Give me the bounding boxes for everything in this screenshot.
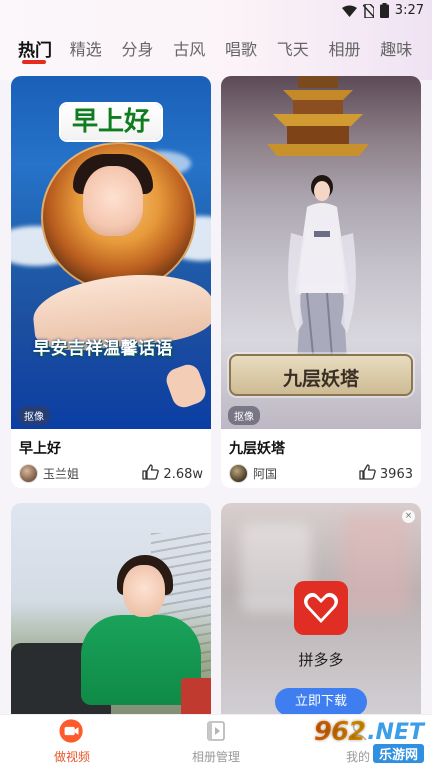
author-info[interactable]: 玉兰姐 — [19, 464, 79, 483]
status-time: 3:27 — [394, 3, 424, 18]
tab-ancient-style[interactable]: 古风 — [173, 30, 225, 64]
card-title: 九层妖塔 — [229, 441, 285, 457]
tab-flying[interactable]: 飞天 — [277, 30, 329, 64]
card-thumbnail[interactable]: 九层妖塔 抠像 — [221, 76, 421, 429]
close-ad-button[interactable]: × — [402, 510, 415, 523]
author-info[interactable]: 阿国 — [229, 464, 277, 483]
site-watermark: 962 .NET — [313, 717, 424, 747]
like-count: 3963 — [379, 466, 413, 482]
wifi-icon — [341, 5, 357, 17]
battery-icon — [379, 3, 389, 18]
avatar — [19, 464, 38, 483]
portrait — [83, 166, 143, 236]
pinduoduo-logo-icon — [294, 581, 348, 635]
tab-clone[interactable]: 分身 — [122, 30, 174, 64]
card-title: 早上好 — [19, 441, 61, 457]
template-card[interactable]: 九层妖塔 抠像 九层妖塔 阿国 3963 — [221, 76, 421, 488]
thumbs-up-icon — [142, 464, 160, 484]
album-icon — [203, 719, 229, 743]
nav-make-video[interactable]: 做视频 — [32, 719, 112, 765]
type-tag: 抠像 — [228, 406, 260, 425]
tab-featured[interactable]: 精选 — [70, 30, 122, 64]
card-thumbnail[interactable]: 早上好 早安吉祥温馨话语 抠像 — [11, 76, 211, 429]
author-name: 阿国 — [253, 467, 278, 481]
tab-singing[interactable]: 唱歌 — [225, 30, 277, 64]
avatar — [229, 464, 248, 483]
tab-album[interactable]: 相册 — [329, 30, 381, 64]
type-tag: 抠像 — [18, 406, 50, 425]
like-button[interactable]: 2.68w — [142, 464, 203, 484]
image-title-text: 早上好 — [61, 104, 161, 140]
image-caption-text: 早安吉祥温馨话语 — [33, 339, 173, 359]
image-title-text: 九层妖塔 — [282, 368, 359, 390]
like-count: 2.68w — [163, 466, 203, 482]
video-camera-icon — [59, 719, 85, 743]
author-name: 玉兰姐 — [43, 467, 80, 481]
portrait — [123, 565, 165, 617]
thumbs-up-icon — [359, 464, 376, 484]
pagoda-image — [267, 76, 369, 156]
category-tabs: 热门 精选 分身 古风 唱歌 飞天 相册 趣味 — [0, 30, 432, 70]
template-card[interactable] — [11, 503, 211, 723]
nav-album-management[interactable]: 相册管理 — [176, 719, 256, 765]
template-card[interactable]: 早上好 早安吉祥温馨话语 抠像 早上好 玉兰姐 2.68w — [11, 76, 211, 488]
site-watermark-subtitle: 乐游网 — [372, 744, 424, 763]
ad-card[interactable]: × 拼多多 立即下载 — [221, 503, 421, 723]
no-sim-icon — [362, 3, 374, 18]
card-thumbnail[interactable] — [11, 503, 211, 723]
tab-fun[interactable]: 趣味 — [380, 30, 432, 64]
download-now-button[interactable]: 立即下载 — [275, 688, 367, 716]
status-bar: 3:27 — [0, 0, 432, 26]
title-scroll-banner: 九层妖塔 — [229, 354, 413, 396]
like-button[interactable]: 3963 — [359, 464, 413, 484]
tab-hot[interactable]: 热门 — [18, 30, 70, 64]
ad-app-name: 拼多多 — [298, 651, 344, 669]
